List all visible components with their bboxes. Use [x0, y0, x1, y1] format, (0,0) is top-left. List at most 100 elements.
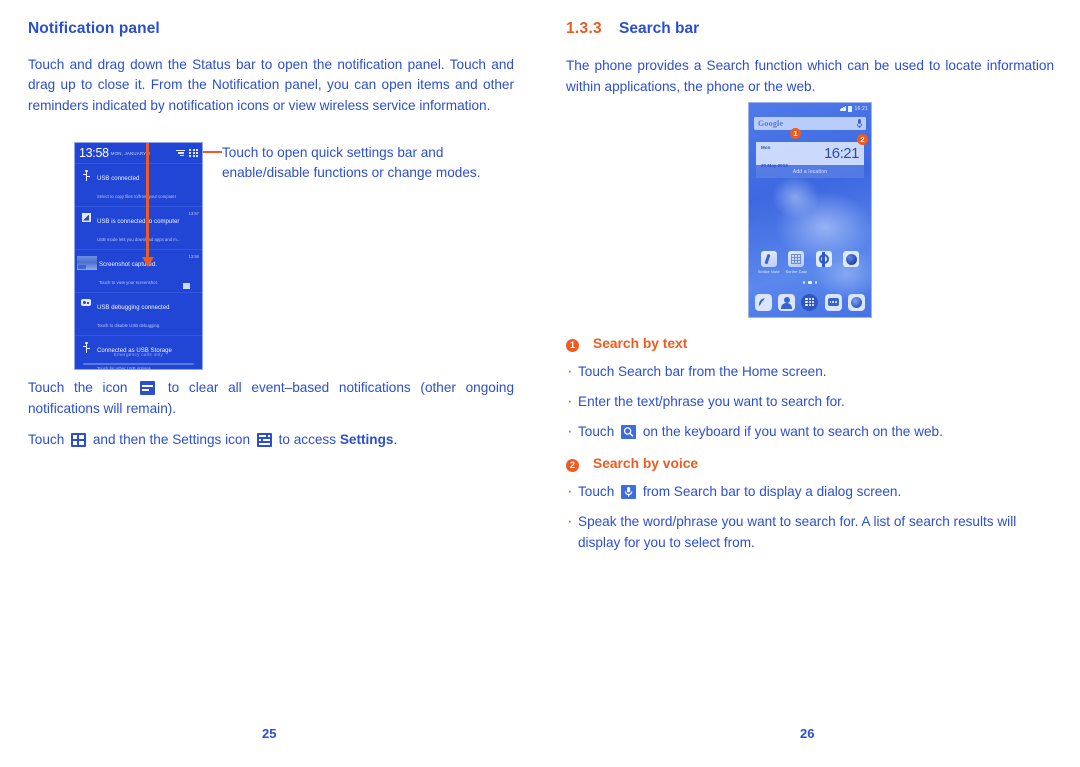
notification-title: USB debugging connected — [97, 305, 170, 311]
notification-intro-paragraph: Touch and drag down the Status bar to op… — [28, 56, 514, 113]
section-heading: 1.3.3 Search bar — [566, 20, 1054, 38]
search-icon — [621, 425, 637, 439]
app-shortcut-ball[interactable] — [839, 251, 863, 274]
settings-gear-icon — [256, 433, 272, 448]
bullet-text: Touch Search bar from the Home screen. — [578, 364, 827, 379]
app-label: Scribe Note — [757, 269, 780, 274]
annotation-callout-text: Touch to open quick settings bar and ena… — [222, 145, 481, 180]
app-shortcut-scribe-calc[interactable]: Scribe Calc — [784, 251, 808, 274]
home-status-bar: 16:21 — [749, 103, 871, 114]
notification-subtitle: Touch to disable USB debugging. — [97, 323, 161, 328]
right-page-subsections: 1 Search by text Touch Search bar from t… — [566, 336, 1056, 562]
microphone-icon — [621, 485, 637, 499]
list-item: Speak the word/phrase you want to search… — [566, 510, 1056, 553]
signal-icon — [839, 106, 847, 111]
app-shortcut-settings[interactable] — [812, 251, 836, 274]
notification-subtitle: Select to copy files to/from your comput… — [97, 194, 177, 199]
all-apps-icon[interactable] — [801, 293, 819, 311]
right-page-column: 1.3.3 Search bar The phone provides a Se… — [566, 20, 1054, 108]
bullet-text-tail: on the keyboard if you want to search on… — [642, 424, 943, 439]
clear-paragraph-lead: Touch the icon — [28, 380, 128, 395]
panel-drag-handle[interactable] — [83, 363, 194, 365]
all-apps-icon — [71, 433, 87, 448]
quick-settings-icon[interactable] — [189, 149, 198, 157]
page-title-notification-panel: Notification panel — [28, 20, 160, 37]
page-number-left: 25 — [262, 726, 277, 741]
search-by-voice-bullets: Touch from Search bar to display a dialo… — [566, 480, 1056, 553]
google-search-bar[interactable]: Google — [754, 117, 866, 130]
contacts-icon[interactable] — [778, 293, 796, 311]
notification-title: USB is connected to computer — [97, 219, 180, 225]
ball-icon — [843, 251, 860, 267]
status-bar-icons — [176, 149, 198, 157]
notification-title: USB connected — [97, 176, 140, 182]
browser-icon[interactable] — [847, 293, 865, 311]
bullet-text-tail: from Search bar to display a dialog scre… — [642, 484, 902, 499]
screenshot-thumbnail — [75, 253, 99, 289]
subsection-heading-search-by-text: 1 Search by text — [566, 336, 1056, 352]
bullet-text: Touch — [578, 484, 615, 499]
left-page-lower-text: Touch the icon to clear all event–based … — [28, 378, 514, 451]
clock-weather-widget[interactable]: Mon 20 May 2013 16:21 Add a location — [756, 142, 864, 178]
home-app-row: Scribe Note Scribe Calc — [749, 251, 871, 274]
sd-card-icon — [75, 210, 97, 246]
clear-all-icon — [140, 381, 156, 395]
phone-status-bar: 13:58 MON, JANUARY 2 — [75, 143, 202, 163]
widget-date: 20 May 2013 — [761, 162, 788, 168]
section-title: Search bar — [618, 20, 700, 37]
subsection-title: Search by voice — [593, 456, 699, 471]
notification-subtitle: USB mode lets you download apps and m... — [97, 237, 181, 242]
settings-gear-icon — [815, 251, 832, 267]
settings-paragraph-tail: to access — [278, 432, 337, 448]
list-item: Touch Search bar from the Home screen. — [566, 360, 1056, 382]
bullet-text: Enter the text/phrase you want to search… — [578, 394, 845, 409]
debug-icon — [75, 296, 97, 332]
notification-row[interactable]: USB is connected to computer USB mode le… — [75, 206, 202, 249]
badge-number-2: 2 — [566, 459, 579, 472]
usb-icon — [75, 167, 97, 203]
bullet-text: Speak the word/phrase you want to search… — [578, 514, 1017, 550]
app-label: Scribe Calc — [785, 269, 808, 274]
settings-paragraph-mid: and then the Settings icon — [92, 432, 251, 448]
notification-row[interactable]: Screenshot captured. Touch to view your … — [75, 249, 202, 292]
note-icon — [760, 251, 777, 267]
messaging-icon[interactable] — [824, 293, 842, 311]
access-settings-paragraph: Touch and then the Settings icon to acce… — [28, 430, 514, 451]
search-by-text-bullets: Touch Search bar from the Home screen. E… — [566, 360, 1056, 442]
widget-time: 16:21 — [823, 144, 860, 162]
calculator-icon — [788, 251, 805, 267]
widget-weekday: Mon — [761, 144, 771, 150]
home-status-time: 16:21 — [854, 105, 868, 112]
notification-time: 13:57 — [188, 211, 199, 216]
battery-icon — [848, 105, 853, 112]
google-logo: Google — [758, 119, 784, 128]
app-shortcut-scribe-note[interactable]: Scribe Note — [757, 251, 781, 274]
manual-page-spread: Notification panel Touch and drag down t… — [0, 0, 1080, 767]
subsection-heading-search-by-voice: 2 Search by voice — [566, 456, 1056, 472]
annotation-down-arrow — [141, 143, 154, 267]
settings-paragraph-lead: Touch — [28, 432, 65, 448]
microphone-icon[interactable] — [857, 119, 862, 128]
search-intro-paragraph: The phone provides a Search function whi… — [566, 58, 1054, 94]
notification-subtitle: Touch for other USB options — [97, 366, 151, 370]
callout-badge-1: 1 — [790, 128, 801, 139]
clear-all-icon[interactable] — [176, 149, 185, 157]
list-item: Touch from Search bar to display a dialo… — [566, 480, 1056, 502]
notification-row[interactable]: USB connected Select to copy files to/fr… — [75, 163, 202, 206]
phone-icon[interactable] — [755, 293, 773, 311]
home-screen-screenshot: 16:21 Google 1 2 Mon 20 May 2013 16:21 A… — [748, 102, 872, 318]
badge-number-1: 1 — [566, 339, 579, 352]
notification-subtitle: Touch to view your screenshot. — [99, 280, 158, 285]
notification-row[interactable]: USB debugging connected Touch to disable… — [75, 292, 202, 335]
subsection-title: Search by text — [593, 336, 688, 351]
status-bar-date: MON, JANUARY 2 — [110, 150, 151, 156]
settings-period: . — [393, 432, 398, 448]
callout-badge-2: 2 — [857, 134, 868, 145]
status-bar-time: 13:58 — [79, 146, 109, 160]
gallery-icon — [182, 283, 190, 289]
notification-time: 13:56 — [188, 254, 199, 259]
page-indicator-dots — [749, 281, 871, 284]
bullet-text: Touch — [578, 424, 615, 439]
annotation-leader-line — [203, 151, 222, 153]
notification-panel-screenshot: 13:58 MON, JANUARY 2 USB connected Selec… — [74, 142, 203, 370]
